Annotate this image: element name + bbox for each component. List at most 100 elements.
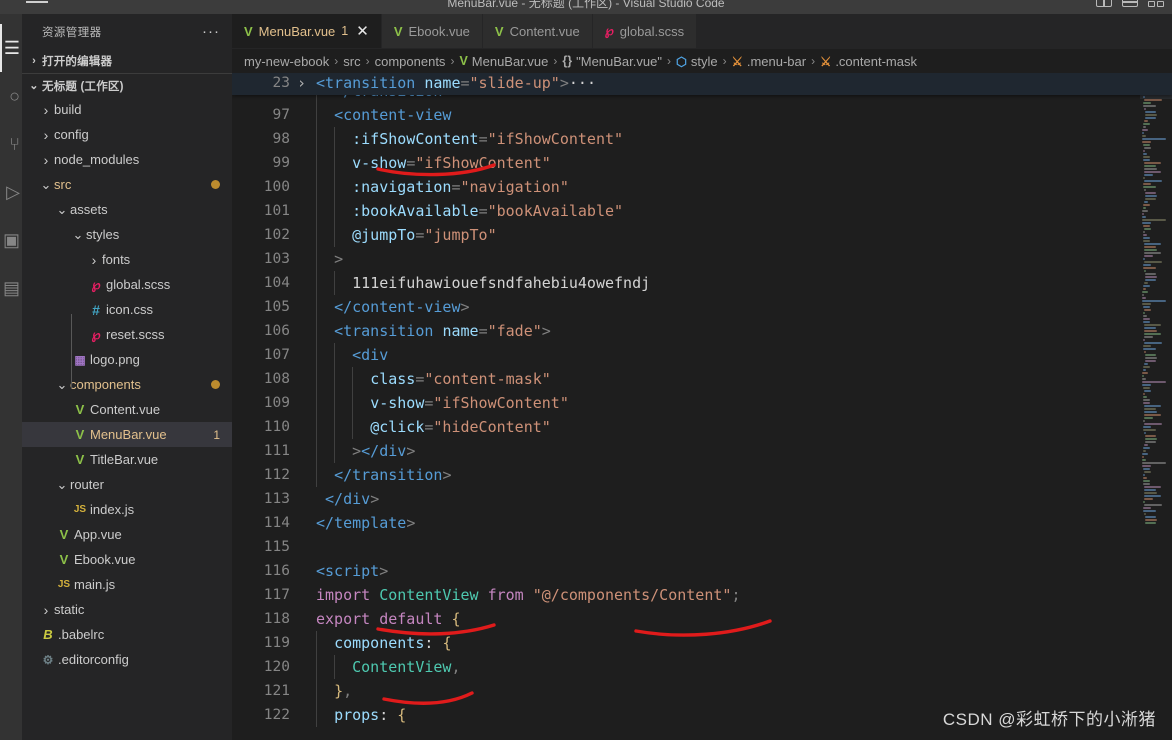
code-line-121[interactable]: 121 },	[232, 679, 1172, 703]
minimap-line	[1142, 303, 1151, 305]
minimap-line	[1142, 381, 1166, 383]
tree-file-TitleBar.vue[interactable]: V TitleBar.vue	[22, 447, 232, 472]
tree-folder-router[interactable]: ⌄ router	[22, 472, 232, 497]
activity-bar-item-explorer[interactable]: ☰	[0, 24, 22, 72]
code-line-98[interactable]: 98 :ifShowContent="ifShowContent"	[232, 127, 1172, 151]
activity-bar-item-run-and-debug[interactable]: ▷	[0, 168, 22, 216]
code-line-109[interactable]: 109 v-show="ifShowContent"	[232, 391, 1172, 415]
tree-file-main.js[interactable]: JS main.js	[22, 572, 232, 597]
code-line-97[interactable]: 97 <content-view	[232, 103, 1172, 127]
editor-tab-MenuBar.vue[interactable]: V MenuBar.vue 1 ✕	[232, 14, 382, 48]
minimap-line	[1144, 498, 1153, 500]
tree-folder-styles[interactable]: ⌄ styles	[22, 222, 232, 247]
code-line-110[interactable]: 110 @click="hideContent"	[232, 415, 1172, 439]
explorer-title: 资源管理器	[42, 26, 102, 39]
editor-tab-Ebook.vue[interactable]: V Ebook.vue	[381, 14, 483, 48]
tree-folder-components[interactable]: ⌄ components	[22, 372, 232, 397]
tree-folder-assets[interactable]: ⌄ assets	[22, 197, 232, 222]
code-line-120[interactable]: 120 ContentView,	[232, 655, 1172, 679]
code-line-106[interactable]: 106 <transition name="fade">	[232, 319, 1172, 343]
code-line-116[interactable]: 116 <script>	[232, 559, 1172, 583]
tree-file-reset.scss[interactable]: ℘ reset.scss	[22, 322, 232, 347]
search-icon: ○	[9, 85, 20, 106]
breadcrumb-item-components[interactable]: components	[375, 54, 446, 69]
activity-bar-item-search[interactable]: ○	[0, 72, 22, 120]
close-icon[interactable]: ✕	[356, 24, 369, 39]
breadcrumb-item-src[interactable]: src	[343, 54, 360, 69]
activity-bar-item-remote-explorer[interactable]: ▤	[0, 264, 22, 312]
code-line-104[interactable]: 104 111eifuhawiouefsndfahebiu4owefndj	[232, 271, 1172, 295]
breadcrumb-item-style[interactable]: ⬡ style	[676, 54, 718, 69]
line-number: 112	[263, 467, 290, 483]
tree-file-.editorconfig[interactable]: ⚙ .editorconfig	[22, 647, 232, 672]
line-number: 103	[263, 251, 290, 267]
tab-label: Ebook.vue	[408, 23, 470, 39]
section-open-editors[interactable]: › 打开的编辑器	[22, 49, 232, 73]
tree-file-App.vue[interactable]: V App.vue	[22, 522, 232, 547]
class-icon: ⚔	[731, 54, 743, 69]
line-number: 118	[263, 611, 290, 627]
tree-folder-config[interactable]: › config	[22, 122, 232, 147]
run-and-debug-icon: ▷	[6, 181, 20, 202]
vue-file-icon: V	[75, 452, 85, 467]
split-editor-icon[interactable]	[1096, 0, 1112, 7]
code-line-99[interactable]: 99 v-show="ifShowContent"	[232, 151, 1172, 175]
tree-folder-node_modules[interactable]: › node_modules	[22, 147, 232, 172]
tree-file-index.js[interactable]: JS index.js	[22, 497, 232, 522]
panel-layout-icon[interactable]	[1122, 0, 1138, 7]
tree-folder-build[interactable]: › build	[22, 97, 232, 122]
code-line-113[interactable]: 113 </div>	[232, 487, 1172, 511]
breadcrumb-item-MenuBar.vue[interactable]: {} "MenuBar.vue"	[562, 54, 662, 69]
tree-file-global.scss[interactable]: ℘ global.scss	[22, 272, 232, 297]
editor-tab-Content.vue[interactable]: V Content.vue	[482, 14, 593, 48]
code-line-107[interactable]: 107 <div	[232, 343, 1172, 367]
code-line-111[interactable]: 111 ></div>	[232, 439, 1172, 463]
minimap-line	[1143, 315, 1148, 317]
sticky-scroll-line[interactable]: 23 <transition name="slide-up">···	[232, 73, 1172, 95]
code-line-100[interactable]: 100 :navigation="navigation"	[232, 175, 1172, 199]
minimap-line	[1144, 486, 1161, 488]
code-line-102[interactable]: 102 @jumpTo="jumpTo"	[232, 223, 1172, 247]
code-line-103[interactable]: 103 >	[232, 247, 1172, 271]
tree-folder-fonts[interactable]: › fonts	[22, 247, 232, 272]
breadcrumb-item-MenuBar.vue[interactable]: V MenuBar.vue	[459, 54, 548, 69]
tree-file-Ebook.vue[interactable]: V Ebook.vue	[22, 547, 232, 572]
tree-file-.babelrc[interactable]: B .babelrc	[22, 622, 232, 647]
code-line-115[interactable]: 115	[232, 535, 1172, 559]
window-title: MenuBar.vue - 无标题 (工作区) - Visual Studio …	[447, 0, 725, 10]
tree-file-Content.vue[interactable]: V Content.vue	[22, 397, 232, 422]
section-workspace[interactable]: ⌄ 无标题 (工作区)	[22, 73, 232, 97]
minimap-line	[1144, 324, 1161, 326]
breadcrumb-item-.menu-bar[interactable]: ⚔ .menu-bar	[732, 54, 806, 69]
tree-folder-static[interactable]: › static	[22, 597, 232, 622]
editor-tab-global.scss[interactable]: ℘ global.scss	[592, 14, 698, 48]
minimap-line	[1143, 318, 1151, 320]
code-line-text: @jumpTo="jumpTo"	[352, 226, 497, 244]
breadcrumb-item-my-new-ebook[interactable]: my-new-ebook	[244, 54, 329, 69]
grid-layout-icon[interactable]	[1148, 0, 1164, 7]
tree-folder-src[interactable]: ⌄ src	[22, 172, 232, 197]
minimap-line	[1142, 465, 1151, 467]
menu-hamburger-icon[interactable]	[26, 1, 48, 3]
code-line-108[interactable]: 108 class="content-mask"	[232, 367, 1172, 391]
minimap[interactable]	[1140, 73, 1172, 740]
minimap-line	[1143, 285, 1151, 287]
code-line-119[interactable]: 119 components: {	[232, 631, 1172, 655]
tree-file-logo.png[interactable]: ▦ logo.png	[22, 347, 232, 372]
activity-bar-item-extensions[interactable]: ▣	[0, 216, 22, 264]
code-line-105[interactable]: 105 </content-view>	[232, 295, 1172, 319]
tree-item-label: components	[70, 377, 141, 392]
tree-file-icon.css[interactable]: # icon.css	[22, 297, 232, 322]
code-editor[interactable]: 23<transition name="slide-up">···96 </tr…	[232, 73, 1172, 740]
more-actions-icon[interactable]: ···	[202, 24, 224, 39]
code-line-112[interactable]: 112 </transition>	[232, 463, 1172, 487]
tree-file-MenuBar.vue[interactable]: V MenuBar.vue 1	[22, 422, 232, 447]
line-number: 108	[263, 371, 290, 387]
code-line-101[interactable]: 101 :bookAvailable="bookAvailable"	[232, 199, 1172, 223]
minimap-line	[1143, 186, 1157, 188]
breadcrumb-item-.content-mask[interactable]: ⚔ .content-mask	[820, 54, 917, 69]
code-line-114[interactable]: 114 </template>	[232, 511, 1172, 535]
activity-bar-item-source-control[interactable]: ⑂	[0, 120, 22, 168]
code-line-117[interactable]: 117 import ContentView from "@/components…	[232, 583, 1172, 607]
code-line-118[interactable]: 118 export default {	[232, 607, 1172, 631]
